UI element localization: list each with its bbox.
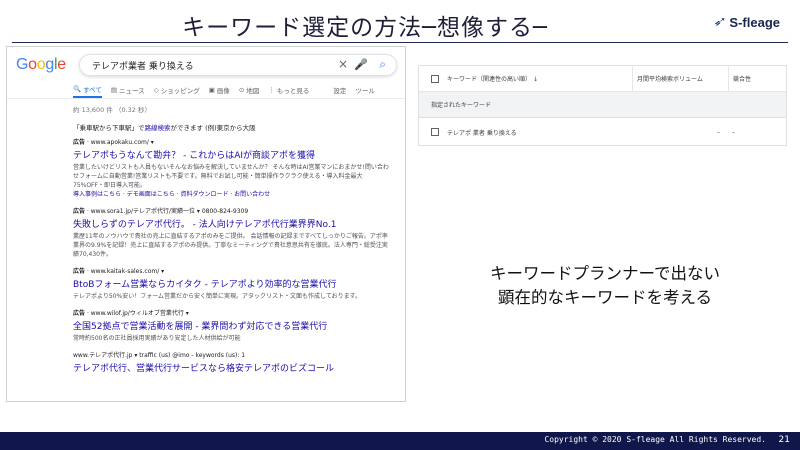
table-header-row: キーワード（関連性の高い順） ↓ 月間平均検索ボリューム 競合性 [419, 66, 786, 92]
search-icon[interactable]: ⌕ [379, 57, 386, 72]
search-result: 広告 · www.wilof.jp/ウィルオブ営業代行 ▾ 全国52拠点で営業活… [73, 308, 403, 343]
title-divider [12, 42, 788, 43]
tab-images[interactable]: ▣ 画像 [209, 85, 230, 95]
ad-label: 広告 [73, 310, 86, 317]
result-url-line: 広告 · www.wilof.jp/ウィルオブ営業代行 ▾ [73, 308, 403, 317]
tab-news[interactable]: ▤ ニュース [111, 85, 145, 95]
search-icon: 🔍 [73, 84, 82, 93]
callout-line-1: キーワードプランナーで出ない [489, 264, 720, 283]
callout-text: キーワードプランナーで出ない 顕在的なキーワードを考える [410, 262, 800, 310]
tag-icon: ◇ [153, 85, 159, 94]
google-search-screenshot: Google テレアポ業者 乗り換える × 🎤 ⌕ 🔍 すべて ▤ ニュース ◇ ショ… [6, 46, 406, 402]
result-url[interactable]: · www.sora1.jp/テレアポ代行/実績一位 ▾ 0800-824-93… [87, 208, 248, 215]
route-search-link[interactable]: 路線検索 [145, 124, 171, 132]
result-title[interactable]: 全国52拠点で営業活動を展開 - 業界問わず対応できる営業代行 [73, 319, 403, 332]
search-box[interactable]: テレアポ業者 乗り換える × 🎤 ⌕ [79, 54, 397, 76]
keyword-planner-table: キーワード（関連性の高い順） ↓ 月間平均検索ボリューム 競合性 指定されたキー… [418, 65, 787, 146]
column-header-keyword[interactable]: キーワード（関連性の高い順） ↓ [447, 74, 632, 83]
search-result: www.テレアポ代行.jp ▾ traffic (us) @imo - keyw… [73, 350, 403, 374]
ad-label: 広告 [73, 208, 86, 215]
result-url[interactable]: · www.apokaku.com/ ▾ [87, 139, 154, 146]
result-snippet: テレアポより50%安い！フォーム営業だから安く簡単に実現。アタックリスト・文面も… [73, 293, 362, 300]
result-title[interactable]: BtoBフォーム営業ならカイタク - テレアポより効率的な営業代行 [73, 277, 403, 290]
tab-more[interactable]: ⋮ もっと見る [268, 85, 309, 95]
table-group-row: 指定されたキーワード [419, 92, 786, 118]
transit-hint: 「乗車駅から下車駅」で路線検索ができます (例)東京から大阪 [73, 124, 256, 132]
map-pin-icon: ⊙ [238, 85, 245, 94]
swoosh-icon: ➶ [711, 14, 728, 30]
footer-bar: Copyright © 2020 S-fleage All Rights Res… [0, 432, 800, 450]
image-icon: ▣ [208, 85, 215, 94]
result-url[interactable]: · www.wilof.jp/ウィルオブ営業代行 ▾ [87, 310, 189, 317]
news-icon: ▤ [110, 85, 118, 94]
result-url-line: 広告 · www.apokaku.com/ ▾ [73, 137, 403, 146]
google-header: Google テレアポ業者 乗り換える × 🎤 ⌕ [7, 47, 405, 81]
ad-label: 広告 [73, 139, 86, 146]
result-url[interactable]: · www.kaitak-sales.com/ ▾ [87, 268, 164, 275]
result-title[interactable]: テレアポ代行、営業代行サービスなら格安テレアポのビズコール [73, 361, 403, 374]
logo-text: S-fleage [729, 14, 780, 30]
result-url-line: 広告 · www.sora1.jp/テレアポ代行/実績一位 ▾ 0800-824… [73, 206, 403, 215]
close-icon[interactable]: × [338, 57, 348, 71]
result-title[interactable]: テレアポもうなんて勘弁？ - これからはAIが商談アポを獲得 [73, 148, 403, 161]
column-header-competition[interactable]: 競合性 [728, 66, 786, 91]
page-number: 21 [778, 435, 790, 445]
slide-title: キーワード選定の方法─想像する─ [182, 15, 548, 41]
tab-shopping[interactable]: ◇ ショッピング [154, 85, 200, 95]
table-row: テレアポ 業者 乗り換える – – [419, 118, 786, 146]
select-all-checkbox[interactable] [431, 74, 439, 83]
tools-link[interactable]: ツール [355, 85, 375, 95]
search-result: 広告 · www.kaitak-sales.com/ ▾ BtoBフォーム営業な… [73, 266, 403, 301]
microphone-icon[interactable]: 🎤 [354, 58, 368, 71]
result-stats: 約 13,600 件 （0.32 秒） [73, 106, 151, 114]
result-snippet: 業歴11年のノウハウで貴社の売上に直結するアポのみをご提供。 会話情報の記録まで… [73, 233, 388, 258]
search-result: 広告 · www.apokaku.com/ ▾ テレアポもうなんて勘弁？ - こ… [73, 137, 403, 199]
competition-cell: – [732, 128, 735, 136]
settings-link[interactable]: 設定 [333, 85, 346, 95]
result-snippet: 常時約500名の正社員採用実績があり安定した人材供給が可能 [73, 335, 241, 342]
search-result: 広告 · www.sora1.jp/テレアポ代行/実績一位 ▾ 0800-824… [73, 206, 403, 259]
sort-arrow-icon: ↓ [532, 76, 538, 83]
result-url-line: www.テレアポ代行.jp ▾ traffic (us) @imo - keyw… [73, 350, 403, 359]
copyright-text: Copyright © 2020 S-fleage All Rights Res… [544, 435, 766, 444]
group-label: 指定されたキーワード [431, 102, 492, 109]
volume-cell: – [717, 128, 720, 136]
result-url-line: 広告 · www.kaitak-sales.com/ ▾ [73, 266, 403, 275]
search-tabs: 🔍 すべて ▤ ニュース ◇ ショッピング ▣ 画像 ⊙ 地図 ⋮ もっと見る 設定 ツール [7, 81, 405, 99]
tab-all[interactable]: 🔍 すべて [73, 84, 102, 98]
result-sitelinks[interactable]: 導入事例はこちら · デモ画面はこちら · 資料ダウンロード · お問い合わせ [73, 190, 403, 199]
google-logo[interactable]: Google [16, 56, 66, 74]
search-query[interactable]: テレアポ業者 乗り換える [92, 59, 194, 72]
callout-line-2: 顕在的なキーワードを考える [497, 288, 712, 307]
keyword-cell: テレアポ 業者 乗り換える [447, 129, 517, 137]
ad-label: 広告 [73, 268, 86, 275]
more-vert-icon: ⋮ [268, 85, 275, 94]
tab-maps[interactable]: ⊙ 地図 [239, 85, 259, 95]
row-checkbox[interactable] [431, 128, 439, 136]
result-snippet: 営業したいけどリストも人員もないそんなお悩みを解決していませんか？ そんな時はA… [73, 164, 389, 189]
search-results: 広告 · www.apokaku.com/ ▾ テレアポもうなんて勘弁？ - こ… [73, 137, 403, 381]
company-logo: ➶ S-fleage [711, 14, 780, 30]
result-title[interactable]: 失敗しらずのテレアポ代行。 - 法人向けテレアポ代行業界界No.1 [73, 217, 403, 230]
result-url[interactable]: www.テレアポ代行.jp ▾ traffic (us) @imo - keyw… [73, 352, 245, 359]
column-header-volume[interactable]: 月間平均検索ボリューム [632, 66, 728, 91]
